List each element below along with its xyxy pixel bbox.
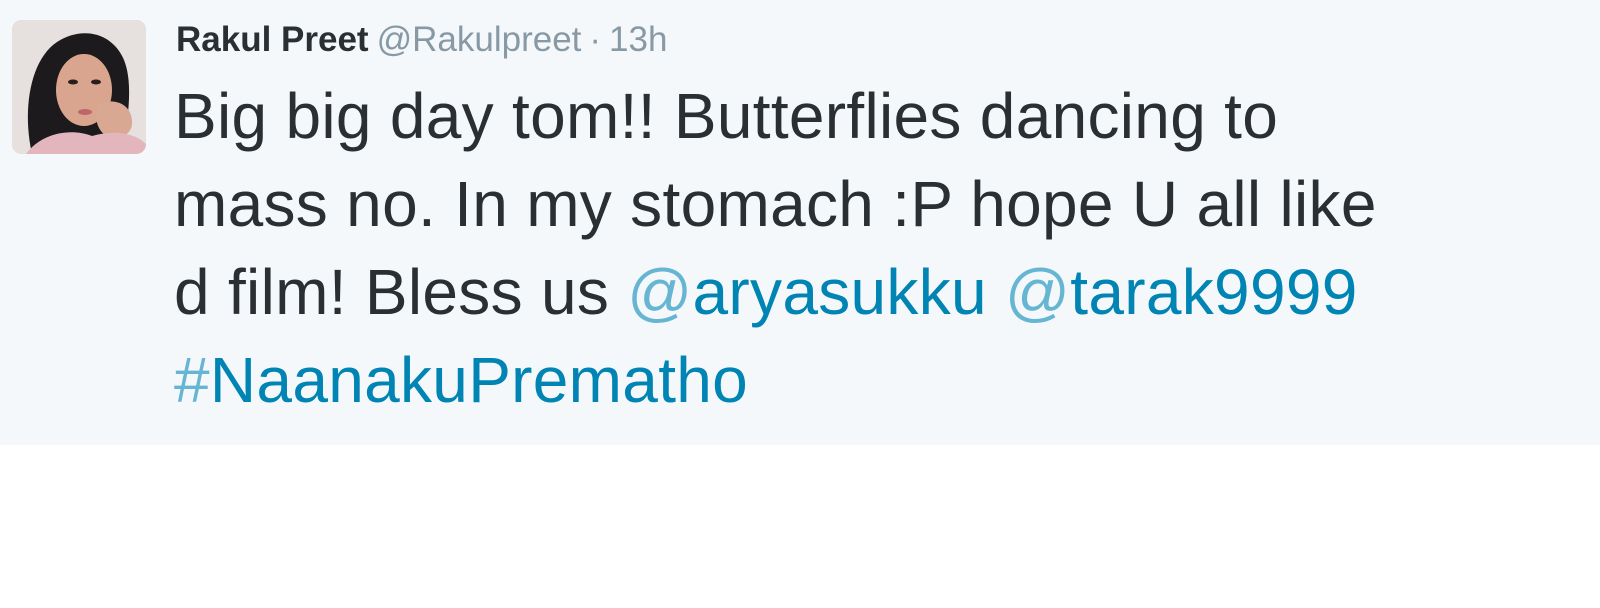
mention-link-aryasukku[interactable]: @aryasukku <box>627 256 987 328</box>
tweet-text-line: d film! Bless us @aryasukku @tarak9999 <box>174 248 1584 336</box>
author-name[interactable]: Rakul Preet <box>176 20 369 59</box>
hashtag-name: NaanakuPrematho <box>209 344 749 416</box>
avatar-image <box>12 20 146 154</box>
tweet-header: Rakul Preet @Rakulpreet · 13h <box>176 18 667 62</box>
mention-link-tarak9999[interactable]: @tarak9999 <box>1005 256 1358 328</box>
author-handle[interactable]: @Rakulpreet <box>377 20 582 59</box>
mention-symbol: @ <box>1005 256 1071 328</box>
mention-name: tarak9999 <box>1070 256 1358 328</box>
tweet-text-line: Big big day tom!! Butterflies dancing to <box>174 80 1279 152</box>
hashtag-symbol: # <box>174 344 210 416</box>
tweet-timestamp[interactable]: 13h <box>609 20 667 59</box>
tweet-text-segment: d film! Bless us <box>174 256 628 328</box>
tweet-text: Big big day tom!! Butterflies dancing to… <box>174 72 1584 424</box>
tweet-text-line: #NaanakuPrematho <box>174 336 1584 424</box>
tweet-card[interactable]: Rakul Preet @Rakulpreet · 13h Big big day t… <box>0 0 1600 445</box>
meta-separator: · <box>589 20 602 59</box>
hashtag-link[interactable]: #NaanakuPrematho <box>174 344 748 416</box>
avatar[interactable] <box>12 20 146 154</box>
mention-symbol: @ <box>627 256 693 328</box>
tweet-text-line: mass no. In my stomach :P hope U all lik… <box>174 168 1377 240</box>
mention-name: aryasukku <box>692 256 987 328</box>
